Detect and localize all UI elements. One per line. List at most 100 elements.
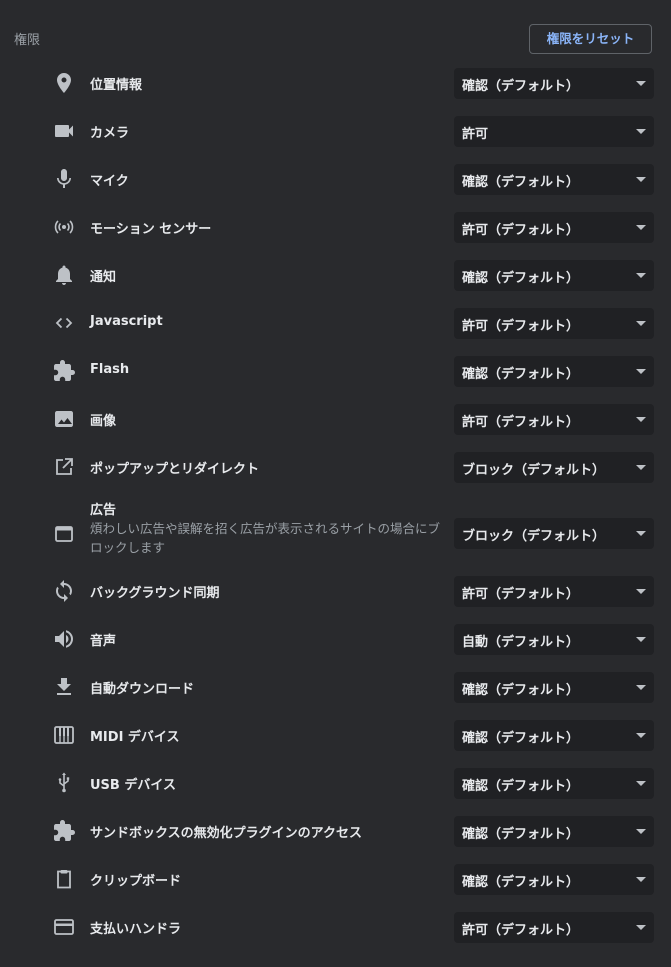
chevron-down-icon: [636, 733, 646, 738]
permission-label: 通知: [90, 270, 117, 285]
permission-row-camera: カメラ 許可: [0, 107, 671, 155]
permission-select-value: 確認（デフォルト）: [462, 875, 580, 890]
permission-row-javascript: Javascript 許可（デフォルト）: [0, 299, 671, 347]
permission-row-images: 画像 許可（デフォルト）: [0, 395, 671, 443]
chevron-down-icon: [636, 177, 646, 182]
permission-select-location[interactable]: 確認（デフォルト）: [454, 68, 654, 99]
permission-select-value: 確認（デフォルト）: [462, 683, 580, 698]
permission-label: モーション センサー: [90, 222, 212, 237]
permission-row-notifications: 通知 確認（デフォルト）: [0, 251, 671, 299]
permission-select-value: 許可（デフォルト）: [462, 587, 580, 602]
site-settings-permissions-page: 権限 権限をリセット 位置情報 確認（デフォルト） カメラ 許可 マイク 確認（…: [0, 0, 671, 967]
permission-select-value: 確認（デフォルト）: [462, 271, 580, 286]
chevron-down-icon: [636, 829, 646, 834]
permission-select-flash[interactable]: 確認（デフォルト）: [454, 356, 654, 387]
permission-label: 画像: [90, 414, 117, 429]
permission-row-payment-handlers: 支払いハンドラ 許可（デフォルト）: [0, 903, 671, 951]
permission-label: マイク: [90, 174, 129, 189]
permission-label: ポップアップとリダイレクト: [90, 462, 260, 477]
chevron-down-icon: [636, 589, 646, 594]
permission-select-unsandboxed-plugins[interactable]: 確認（デフォルト）: [454, 816, 654, 847]
permission-select-value: 確認（デフォルト）: [462, 827, 580, 842]
chevron-down-icon: [636, 129, 646, 134]
open-in-new-icon: [52, 455, 76, 479]
credit-card-icon: [52, 915, 76, 939]
clipboard-icon: [52, 867, 76, 891]
puzzle-icon: [52, 359, 76, 383]
permission-select-motion-sensors[interactable]: 許可（デフォルト）: [454, 212, 654, 243]
permission-select-midi-devices[interactable]: 確認（デフォルト）: [454, 720, 654, 751]
chevron-down-icon: [636, 781, 646, 786]
permission-select-value: 確認（デフォルト）: [462, 367, 580, 382]
permission-label: 自動ダウンロード: [90, 682, 195, 697]
permission-select-value: 許可（デフォルト）: [462, 319, 580, 334]
permission-select-automatic-downloads[interactable]: 確認（デフォルト）: [454, 672, 654, 703]
permission-select-camera[interactable]: 許可: [454, 116, 654, 147]
download-icon: [52, 675, 76, 699]
chevron-down-icon: [636, 637, 646, 642]
permission-label: 位置情報: [90, 78, 143, 93]
section-title: 権限: [14, 33, 41, 48]
permission-row-midi-devices: MIDI デバイス 確認（デフォルト）: [0, 711, 671, 759]
chevron-down-icon: [636, 531, 646, 536]
permission-row-clipboard: クリップボード 確認（デフォルト）: [0, 855, 671, 903]
permission-select-value: 自動（デフォルト）: [462, 635, 580, 650]
permission-row-ads: 広告 煩わしい広告や誤解を招く広告が表示されるサイトの場合にブロックします ブロ…: [0, 497, 671, 571]
permission-select-value: 許可: [462, 127, 489, 142]
puzzle-icon: [52, 819, 76, 843]
permission-label: 支払いハンドラ: [90, 922, 182, 937]
chevron-down-icon: [636, 465, 646, 470]
permission-label: カメラ: [90, 126, 130, 141]
chevron-down-icon: [636, 225, 646, 230]
piano-keys-icon: [52, 723, 76, 747]
permission-row-location: 位置情報 確認（デフォルト）: [0, 59, 671, 107]
permission-select-value: 確認（デフォルト）: [462, 79, 580, 94]
sync-icon: [52, 579, 76, 603]
chevron-down-icon: [636, 877, 646, 882]
speaker-icon: [52, 627, 76, 651]
permission-select-payment-handlers[interactable]: 許可（デフォルト）: [454, 912, 654, 943]
permission-select-value: ブロック（デフォルト）: [462, 529, 606, 544]
permission-row-motion-sensors: モーション センサー 許可（デフォルト）: [0, 203, 671, 251]
permission-row-automatic-downloads: 自動ダウンロード 確認（デフォルト）: [0, 663, 671, 711]
permission-row-popups: ポップアップとリダイレクト ブロック（デフォルト）: [0, 443, 671, 491]
browser-window-icon: [52, 522, 76, 546]
permission-row-microphone: マイク 確認（デフォルト）: [0, 155, 671, 203]
permission-select-javascript[interactable]: 許可（デフォルト）: [454, 308, 654, 339]
permission-select-value: 許可（デフォルト）: [462, 415, 580, 430]
chevron-down-icon: [636, 417, 646, 422]
chevron-down-icon: [636, 273, 646, 278]
permission-row-flash: Flash 確認（デフォルト）: [0, 347, 671, 395]
permission-select-images[interactable]: 許可（デフォルト）: [454, 404, 654, 435]
permission-select-value: 許可（デフォルト）: [462, 923, 580, 938]
permission-select-background-sync[interactable]: 許可（デフォルト）: [454, 576, 654, 607]
permission-label: 広告: [90, 503, 117, 518]
image-icon: [52, 407, 76, 431]
permission-select-value: 確認（デフォルト）: [462, 175, 580, 190]
motion-sensor-icon: [52, 215, 76, 239]
permission-select-ads[interactable]: ブロック（デフォルト）: [454, 518, 654, 549]
microphone-icon: [52, 167, 76, 191]
chevron-down-icon: [636, 81, 646, 86]
reset-permissions-button[interactable]: 権限をリセット: [529, 24, 652, 54]
permission-select-microphone[interactable]: 確認（デフォルト）: [454, 164, 654, 195]
code-icon: [52, 311, 76, 335]
chevron-down-icon: [636, 321, 646, 326]
permission-label: 音声: [90, 634, 117, 649]
permission-row-background-sync: バックグラウンド同期 許可（デフォルト）: [0, 567, 671, 615]
permission-select-usb-devices[interactable]: 確認（デフォルト）: [454, 768, 654, 799]
permission-select-sound[interactable]: 自動（デフォルト）: [454, 624, 654, 655]
permission-description: 煩わしい広告や誤解を招く広告が表示されるサイトの場合にブロックします: [90, 521, 441, 555]
usb-icon: [52, 771, 76, 795]
permission-label: バックグラウンド同期: [90, 586, 220, 601]
permission-select-clipboard[interactable]: 確認（デフォルト）: [454, 864, 654, 895]
permission-select-notifications[interactable]: 確認（デフォルト）: [454, 260, 654, 291]
bell-icon: [52, 263, 76, 287]
chevron-down-icon: [636, 369, 646, 374]
permission-select-value: 確認（デフォルト）: [462, 731, 580, 746]
chevron-down-icon: [636, 685, 646, 690]
permission-select-popups[interactable]: ブロック（デフォルト）: [454, 452, 654, 483]
permission-label: Javascript: [90, 314, 163, 329]
permission-select-value: 確認（デフォルト）: [462, 779, 580, 794]
permission-label: MIDI デバイス: [90, 730, 180, 745]
